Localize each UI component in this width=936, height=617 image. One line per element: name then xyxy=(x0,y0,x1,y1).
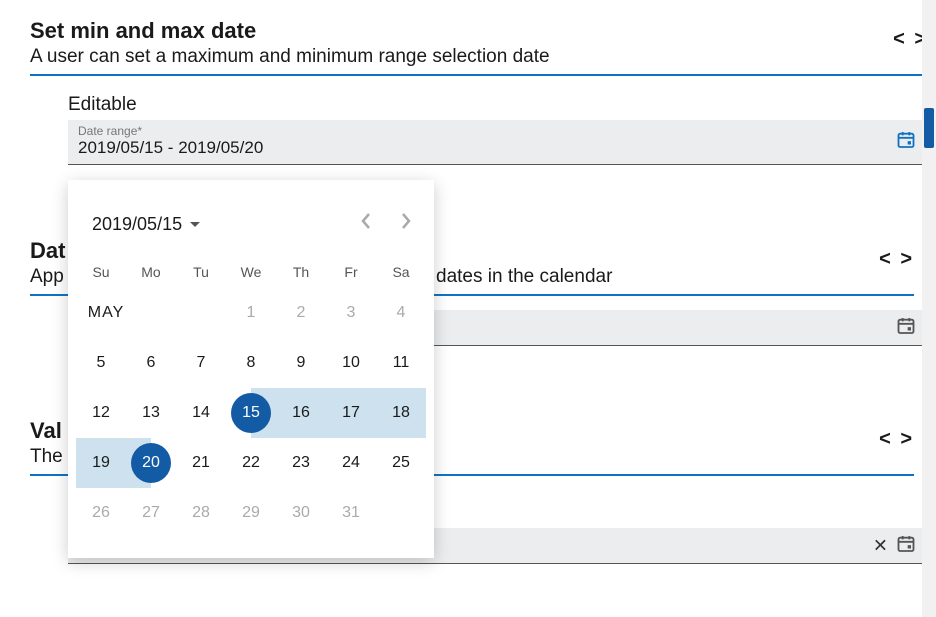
calendar-day[interactable]: 23 xyxy=(276,438,326,488)
section-subtitle: A user can set a maximum and minimum ran… xyxy=(30,46,928,76)
date-range-field-value: 2019/05/15 - 2019/05/20 xyxy=(78,138,918,158)
calendar-day[interactable]: 7 xyxy=(176,338,226,388)
calendar-day: 3 xyxy=(326,288,376,338)
calendar-day[interactable]: 5 xyxy=(76,338,126,388)
calendar-day[interactable]: 12 xyxy=(76,388,126,438)
calendar-nav xyxy=(360,212,424,236)
prev-month-button[interactable] xyxy=(360,212,372,236)
calendar-day[interactable]: 19 xyxy=(76,438,126,488)
calendar-day: 27 xyxy=(126,488,176,538)
calendar-day: 1 xyxy=(226,288,276,338)
section-title: Set min and max date xyxy=(30,18,928,44)
calendar-day[interactable]: 11 xyxy=(376,338,426,388)
calendar-dow: Sa xyxy=(376,256,426,288)
calendar-month-dropdown[interactable]: 2019/05/15 xyxy=(92,214,200,235)
calendar-body: MAY1234567891011121314151617181920212223… xyxy=(68,288,434,538)
calendar-dow: Fr xyxy=(326,256,376,288)
code-toggle-button[interactable]: < > xyxy=(879,248,914,271)
section-subtitle-prefix: App xyxy=(30,266,64,287)
calendar-day[interactable]: 17 xyxy=(326,388,376,438)
section-subtitle-text: The xyxy=(30,446,63,467)
editable-label: Editable xyxy=(68,94,928,116)
code-toggle-button[interactable]: < > xyxy=(879,428,914,451)
clear-icon[interactable]: ✕ xyxy=(873,535,888,556)
calendar-day[interactable]: 20 xyxy=(126,438,176,488)
calendar-header: 2019/05/15 xyxy=(68,202,434,256)
calendar-day[interactable]: 9 xyxy=(276,338,326,388)
calendar-day: 29 xyxy=(226,488,276,538)
calendar-day[interactable]: 10 xyxy=(326,338,376,388)
calendar-day[interactable]: 18 xyxy=(376,388,426,438)
scrollbar-thumb[interactable] xyxy=(924,108,934,148)
section-min-max-date: Set min and max date A user can set a ma… xyxy=(30,18,928,165)
calendar-dow: Th xyxy=(276,256,326,288)
calendar-day: 31 xyxy=(326,488,376,538)
calendar-day[interactable]: 22 xyxy=(226,438,276,488)
calendar-day xyxy=(376,488,426,538)
calendar-day[interactable]: 6 xyxy=(126,338,176,388)
calendar-day[interactable]: 15 xyxy=(226,388,276,438)
date-range-field-label: Date range* xyxy=(78,124,918,138)
calendar-dow-row: SuMoTuWeThFrSa xyxy=(68,256,434,288)
calendar-day[interactable]: 13 xyxy=(126,388,176,438)
chevron-down-icon xyxy=(190,222,200,227)
calendar-dow: Tu xyxy=(176,256,226,288)
calendar-day[interactable]: 16 xyxy=(276,388,326,438)
calendar-popup: 2019/05/15 SuMoTuWeThFrSa MAY12345678910… xyxy=(68,180,434,558)
calendar-day: 26 xyxy=(76,488,126,538)
calendar-day[interactable]: 24 xyxy=(326,438,376,488)
section-subtitle-text: A user can set a maximum and minimum ran… xyxy=(30,46,550,67)
calendar-day: 4 xyxy=(376,288,426,338)
calendar-dow: Su xyxy=(76,256,126,288)
next-month-button[interactable] xyxy=(400,212,412,236)
calendar-day[interactable]: 14 xyxy=(176,388,226,438)
calendar-day: 30 xyxy=(276,488,326,538)
calendar-month-text: MAY xyxy=(76,288,126,338)
section-subtitle-tail: dates in the calendar xyxy=(436,266,612,288)
calendar-day: 2 xyxy=(276,288,326,338)
calendar-day[interactable]: 25 xyxy=(376,438,426,488)
scrollbar-track[interactable] xyxy=(922,0,936,617)
calendar-month-label: 2019/05/15 xyxy=(92,214,182,235)
calendar-day xyxy=(176,288,226,338)
calendar-icon[interactable] xyxy=(896,532,916,559)
calendar-day[interactable]: 21 xyxy=(176,438,226,488)
calendar-day xyxy=(126,288,176,338)
calendar-dow: Mo xyxy=(126,256,176,288)
calendar-dow: We xyxy=(226,256,276,288)
calendar-icon[interactable] xyxy=(896,314,916,341)
calendar-day[interactable]: 8 xyxy=(226,338,276,388)
date-range-input[interactable]: Date range* 2019/05/15 - 2019/05/20 xyxy=(68,120,928,165)
calendar-icon[interactable] xyxy=(896,129,916,156)
calendar-day: 28 xyxy=(176,488,226,538)
